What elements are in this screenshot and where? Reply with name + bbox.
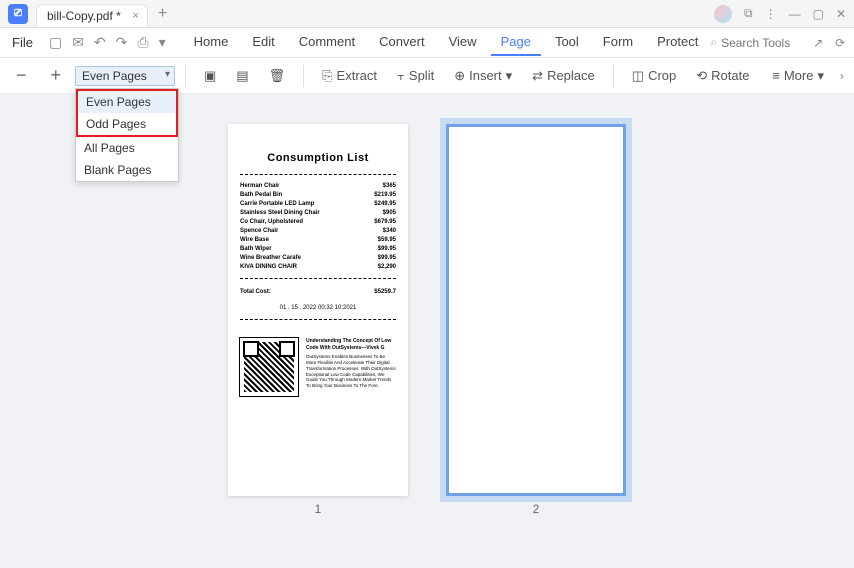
popout-icon[interactable]: ⧉ <box>744 6 753 21</box>
share-icon[interactable]: ↗ <box>813 36 823 50</box>
chevron-down-icon: ▾ <box>817 68 824 84</box>
page-tool-1[interactable]: ▣ <box>196 64 224 88</box>
list-item: Co Chair, Upholstered$679.95 <box>240 219 396 225</box>
crop-button[interactable]: ◫Crop <box>624 64 684 88</box>
document-tab[interactable]: bill-Copy.pdf * × <box>36 4 148 27</box>
total-label: Total Cost: <box>240 289 271 295</box>
list-item: Bath Pedal Bin$219.95 <box>240 192 396 198</box>
tab-title: bill-Copy.pdf * <box>47 9 121 23</box>
dropdown-item-blank[interactable]: Blank Pages <box>76 159 178 181</box>
menu-tab-protect[interactable]: Protect <box>647 29 708 56</box>
minimize-button[interactable]: — <box>789 7 801 21</box>
extract-button[interactable]: ⎘Extract <box>314 64 385 88</box>
page-filter-dropdown[interactable]: Even Pages Even Pages Odd Pages All Page… <box>75 66 175 86</box>
split-button[interactable]: ⫟Split <box>389 64 442 88</box>
page-thumbnail-2[interactable]: 2 <box>446 124 626 568</box>
redo-icon[interactable]: ↷ <box>116 34 128 51</box>
file-menu[interactable]: File <box>6 35 39 50</box>
list-item: Wine Breather Carafe$99.95 <box>240 255 396 261</box>
add-tab-button[interactable]: + <box>158 5 167 23</box>
menu-tab-form[interactable]: Form <box>593 29 643 56</box>
dropdown-item-odd[interactable]: Odd Pages <box>78 113 176 135</box>
replace-button[interactable]: ⇄Replace <box>524 64 603 88</box>
list-item: Stainless Steel Dining Chair$905 <box>240 210 396 216</box>
dropdown-item-even[interactable]: Even Pages <box>78 91 176 113</box>
zoom-in-button[interactable]: + <box>41 65 72 86</box>
list-item: Bath Wiper$99.95 <box>240 246 396 252</box>
dropdown-selected[interactable]: Even Pages <box>75 66 175 86</box>
more-chevron-icon[interactable]: ▾ <box>159 34 166 51</box>
dropdown-item-all[interactable]: All Pages <box>76 137 178 159</box>
more-icon: ≡ <box>772 68 780 83</box>
menu-tab-page[interactable]: Page <box>491 29 541 56</box>
zoom-out-button[interactable]: − <box>6 65 37 86</box>
search-icon: ⌕ <box>710 35 717 50</box>
page-number-2: 2 <box>533 502 540 516</box>
doc-title: Consumption List <box>240 152 396 164</box>
list-item: Spence Chair$340 <box>240 228 396 234</box>
close-button[interactable]: ✕ <box>836 7 846 21</box>
extract-icon: ⎘ <box>322 68 332 84</box>
close-tab-icon[interactable]: × <box>132 10 138 22</box>
titlebar: ⎚ bill-Copy.pdf * × + ⧉ ⋮ — ▢ ✕ <box>0 0 854 28</box>
list-item: Herman Chair$365 <box>240 183 396 189</box>
total-value: $5259.7 <box>374 289 396 295</box>
app-icon: ⎚ <box>8 4 28 24</box>
split-icon: ⫟ <box>397 68 405 84</box>
menu-tab-edit[interactable]: Edit <box>242 29 284 56</box>
print-icon[interactable]: ⎙ <box>137 34 148 51</box>
scroll-right-icon[interactable]: › <box>836 69 848 83</box>
delete-page-button[interactable]: 🗑 <box>261 64 294 88</box>
replace-icon: ⇄ <box>532 68 543 84</box>
overflow-icon[interactable]: ⋮ <box>765 7 777 21</box>
crop-icon: ◫ <box>632 68 644 84</box>
list-item: KIVA DINING CHAIR$2,290 <box>240 264 396 270</box>
insert-icon: ⊕ <box>454 68 465 84</box>
list-item: Carrie Portable LED Lamp$249.95 <box>240 201 396 207</box>
mail-icon[interactable]: ✉ <box>72 34 84 51</box>
menu-tab-tool[interactable]: Tool <box>545 29 589 56</box>
page-toolbar: − + Even Pages Even Pages Odd Pages All … <box>0 58 854 94</box>
menu-tab-view[interactable]: View <box>439 29 487 56</box>
search-input[interactable] <box>721 36 801 50</box>
avatar[interactable] <box>714 5 732 23</box>
menu-tab-comment[interactable]: Comment <box>289 29 365 56</box>
doc-date: 01 . 15 . 2022 00:32 10:2021 <box>240 305 396 311</box>
article-text: Understanding The Concept Of Low Code Wi… <box>306 338 396 396</box>
maximize-button[interactable]: ▢ <box>813 7 824 21</box>
menubar: File ▢ ✉ ↶ ↷ ⎙ ▾ HomeEditCommentConvertV… <box>0 28 854 58</box>
page-tool-2[interactable]: ▤ <box>228 64 256 88</box>
page-number-1: 1 <box>315 502 322 516</box>
page-1: Consumption List Herman Chair$365 Bath Pe… <box>228 124 408 496</box>
list-item: Wire Base$59.95 <box>240 237 396 243</box>
page-2 <box>446 124 626 496</box>
rotate-icon: ⟲ <box>696 68 707 84</box>
dropdown-list: Even Pages Odd Pages All Pages Blank Pag… <box>75 88 179 182</box>
page-thumbnail-1[interactable]: Consumption List Herman Chair$365 Bath Pe… <box>228 124 408 568</box>
search-tools[interactable]: ⌕ <box>710 35 801 50</box>
menu-tab-convert[interactable]: Convert <box>369 29 435 56</box>
undo-icon[interactable]: ↶ <box>94 34 106 51</box>
chevron-down-icon: ▾ <box>506 68 513 84</box>
sync-icon[interactable]: ⟳ <box>835 36 845 50</box>
menu-tab-home[interactable]: Home <box>184 29 239 56</box>
rotate-button[interactable]: ⟲Rotate <box>688 64 757 88</box>
qr-code <box>240 338 298 396</box>
more-button[interactable]: ≡More ▾ <box>764 64 832 88</box>
insert-button[interactable]: ⊕Insert ▾ <box>446 64 520 88</box>
save-icon[interactable]: ▢ <box>49 34 62 51</box>
